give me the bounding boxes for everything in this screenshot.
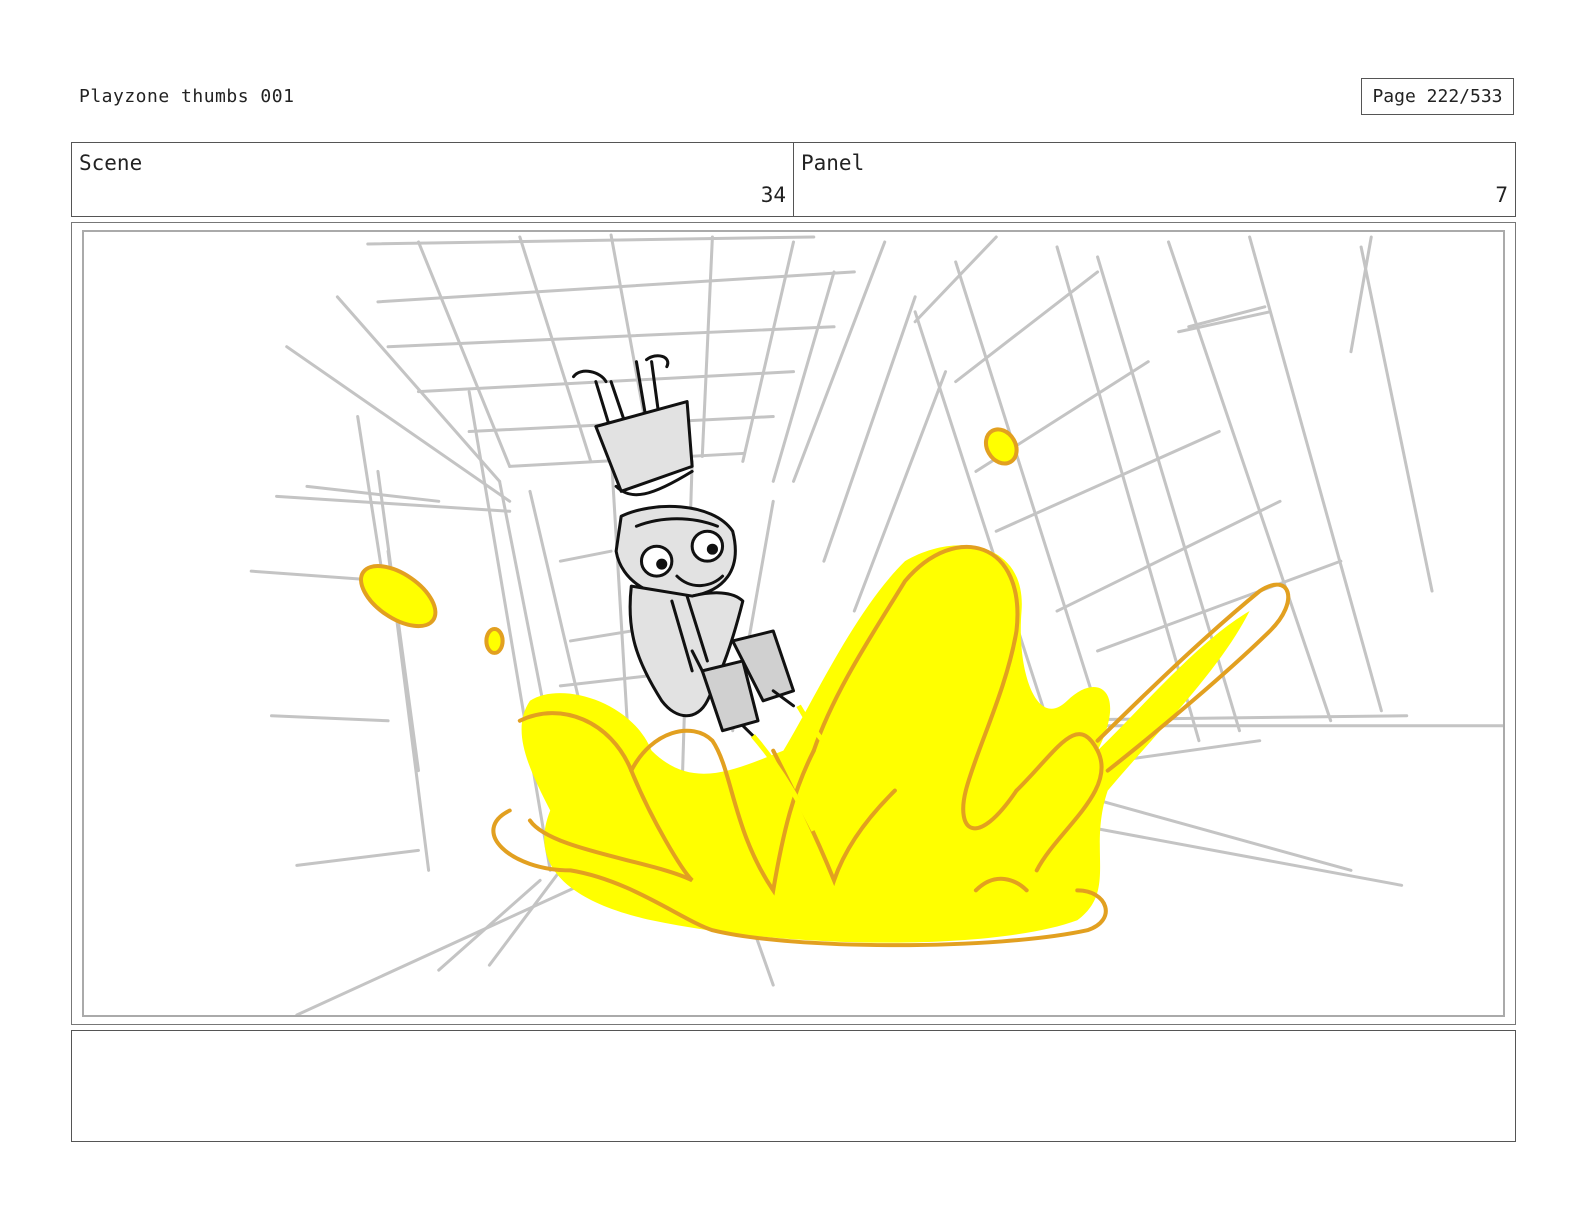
scene-label: Scene [79, 151, 143, 175]
scene-panel-info: Scene 34 Panel 7 [71, 142, 1516, 217]
page-indicator: Page 222/533 [1361, 78, 1514, 115]
document-title: Playzone thumbs 001 [79, 86, 295, 107]
panel-notes [71, 1030, 1516, 1142]
storyboard-sketch-icon [249, 233, 1503, 1015]
character-figure [572, 354, 796, 738]
paint-splash [359, 427, 1291, 948]
scene-number: 34 [760, 183, 786, 207]
storyboard-panel [71, 222, 1516, 1025]
scene-cell: Scene 34 [72, 143, 793, 216]
panel-label: Panel [801, 151, 865, 175]
panel-cell: Panel 7 [793, 143, 1515, 216]
panel-artwork [82, 230, 1505, 1017]
panel-number: 7 [1495, 183, 1508, 207]
